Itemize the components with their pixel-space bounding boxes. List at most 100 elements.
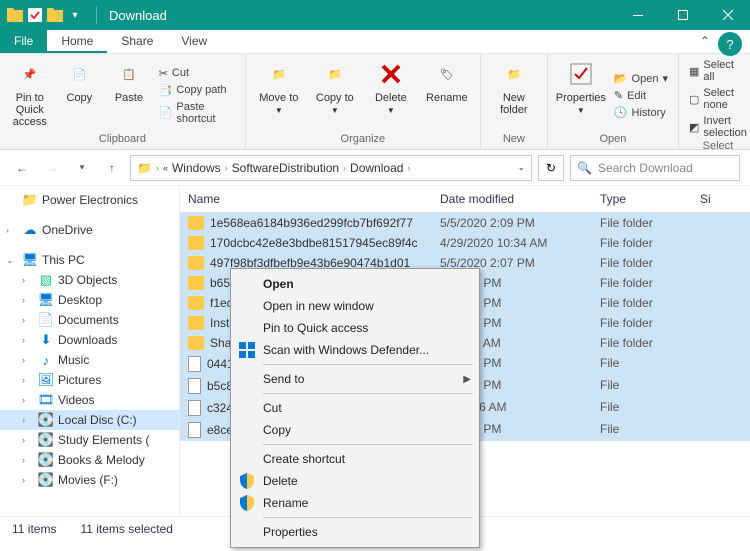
ctx-properties[interactable]: Properties [233,521,477,543]
paste-button[interactable]: 📋Paste [107,58,151,133]
tree-item[interactable]: ›💽Movies (F:) [0,470,179,490]
ctx-open-new-window[interactable]: Open in new window [233,295,477,317]
copy-to-button[interactable]: 📁Copy to▼ [310,58,360,133]
menu-view[interactable]: View [167,30,221,53]
search-input[interactable]: 🔍 Search Download [570,155,740,181]
tree-item[interactable]: 📁Power Electronics [0,190,179,210]
address-bar[interactable]: 📁 › « Windows› SoftwareDistribution› Dow… [130,155,532,181]
desktop-icon: 🖥 [38,292,54,308]
tree-item-thispc[interactable]: ⌄🖥This PC [0,250,179,270]
pictures-icon: 🖼 [38,372,54,388]
new-folder-icon: 📁 [498,58,530,90]
tree-item[interactable]: ›⬇Downloads [0,330,179,350]
tree-item[interactable]: ›♪Music [0,350,179,370]
delete-button[interactable]: Delete▼ [366,58,416,133]
ribbon-group-label: Organize [254,133,472,145]
open-icon: 📂 [614,72,628,85]
tree-item[interactable]: ›💽Books & Melody [0,450,179,470]
move-icon: 📁 [263,58,295,90]
menu-file[interactable]: File [0,30,47,53]
new-folder-button[interactable]: 📁New folder [489,58,539,133]
invert-selection-button[interactable]: ◩Invert selection [687,114,749,140]
properties-icon [565,58,597,90]
close-button[interactable] [705,0,750,30]
pc-icon: 🖥 [22,252,38,268]
invert-icon: ◩ [689,121,699,134]
file-icon [188,356,201,372]
properties-button[interactable]: Properties▼ [556,58,606,133]
cut-button[interactable]: ✂Cut [157,66,237,81]
dropdown-icon[interactable]: ⌄ [517,162,525,173]
select-all-button[interactable]: ▦Select all [687,58,749,84]
pin-quick-button[interactable]: 📌Pin to Quick access [8,58,52,133]
help-button[interactable]: ? [718,32,742,56]
paste-shortcut-button[interactable]: 📄Paste shortcut [157,100,237,126]
folder-icon [46,6,64,24]
tree-item[interactable]: ›💽Study Elements ( [0,430,179,450]
rename-icon: 🏷 [431,58,463,90]
edit-button[interactable]: ✎Edit [612,88,670,103]
ctx-send-to[interactable]: Send to▶ [233,368,477,390]
ctx-scan-defender[interactable]: Scan with Windows Defender... [233,339,477,361]
breadcrumb[interactable]: Download [350,161,403,175]
column-date[interactable]: Date modified [440,192,600,206]
copy-button[interactable]: 📄Copy [58,58,102,133]
ctx-rename[interactable]: Rename [233,492,477,514]
navigation-tree: 📁Power Electronics ›☁OneDrive ⌄🖥This PC … [0,186,180,516]
column-type[interactable]: Type [600,192,700,206]
open-button[interactable]: 📂Open ▾ [612,71,670,86]
tree-item-onedrive[interactable]: ›☁OneDrive [0,220,179,240]
tree-item[interactable]: ›🖼Pictures [0,370,179,390]
recent-button[interactable]: ▾ [70,156,94,180]
drive-icon: 💽 [38,412,54,428]
ctx-delete[interactable]: Delete [233,470,477,492]
tree-item[interactable]: ›📄Documents [0,310,179,330]
minimize-button[interactable] [615,0,660,30]
documents-icon: 📄 [38,312,54,328]
folder-icon [188,296,204,310]
file-row[interactable]: 1e568ea6184b936ed299fcb7bf692f775/5/2020… [180,213,750,233]
dropdown-icon[interactable]: ▾ [66,6,84,24]
copy-path-button[interactable]: 📑Copy path [157,83,237,98]
forward-button[interactable]: → [40,156,64,180]
rename-button[interactable]: 🏷Rename [422,58,472,133]
collapse-ribbon-icon[interactable]: ⌃ [692,30,718,53]
tree-item-local-disc[interactable]: ›💽Local Disc (C:) [0,410,179,430]
breadcrumb[interactable]: SoftwareDistribution [232,161,339,175]
folder-icon: 📁 [22,192,38,208]
save-icon[interactable] [26,6,44,24]
menubar: File Home Share View ⌃ ? [0,30,750,54]
downloads-icon: ⬇ [38,332,54,348]
paste-icon: 📋 [113,58,145,90]
menu-share[interactable]: Share [107,30,167,53]
ctx-cut[interactable]: Cut [233,397,477,419]
folder-icon [188,336,204,350]
titlebar: ▾ Download [0,0,750,30]
context-menu: Open Open in new window Pin to Quick acc… [230,268,480,548]
maximize-button[interactable] [660,0,705,30]
up-button[interactable]: ↑ [100,156,124,180]
tree-item[interactable]: ›🖥Desktop [0,290,179,310]
refresh-button[interactable]: ↻ [538,155,564,181]
ctx-create-shortcut[interactable]: Create shortcut [233,448,477,470]
tree-item[interactable]: ›🎞Videos [0,390,179,410]
menu-home[interactable]: Home [47,30,107,53]
column-size[interactable]: Si [700,192,750,206]
folder-icon [6,6,24,24]
history-icon: 🕓 [614,106,628,119]
breadcrumb[interactable]: Windows [172,161,221,175]
tree-item[interactable]: ›▧3D Objects [0,270,179,290]
ctx-copy[interactable]: Copy [233,419,477,441]
back-button[interactable]: ← [10,156,34,180]
select-none-button[interactable]: ▢Select none [687,86,749,112]
column-name[interactable]: Name [180,192,440,206]
file-row[interactable]: 170dcbc42e8e3bdbe81517945ec89f4c4/29/202… [180,233,750,253]
cut-icon: ✂ [159,67,168,80]
shield-icon [239,473,255,489]
move-to-button[interactable]: 📁Move to▼ [254,58,304,133]
folder-icon: 📁 [137,161,152,175]
ctx-pin-quick[interactable]: Pin to Quick access [233,317,477,339]
history-button[interactable]: 🕓History [612,105,670,120]
folder-icon [188,256,204,270]
ctx-open[interactable]: Open [233,273,477,295]
